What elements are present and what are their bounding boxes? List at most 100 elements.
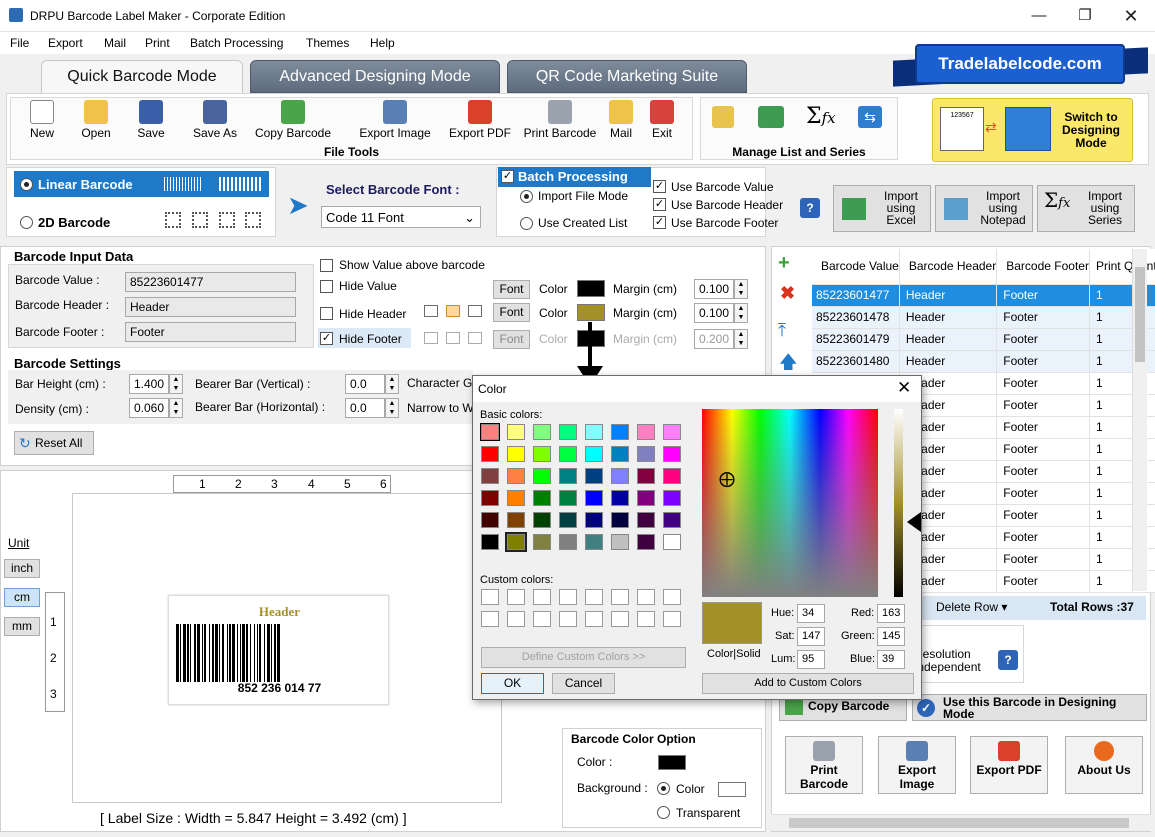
custom-color-swatch[interactable]: [507, 589, 525, 605]
custom-color-swatch[interactable]: [481, 611, 499, 627]
table-row[interactable]: 85223601478 Header Footer 1: [812, 306, 1155, 329]
twod-radio[interactable]: [20, 216, 33, 229]
add-row-icon[interactable]: +: [778, 252, 790, 275]
reset-all-button[interactable]: ↻ Reset All: [14, 431, 94, 455]
use-footer-checkbox[interactable]: ✓: [653, 216, 666, 229]
use-header-checkbox[interactable]: ✓: [653, 198, 666, 211]
custom-color-swatch[interactable]: [481, 589, 499, 605]
menu-export[interactable]: Export: [48, 36, 83, 50]
export-pdf-bottom-button[interactable]: Export PDF: [970, 736, 1048, 794]
custom-color-swatch[interactable]: [663, 589, 681, 605]
header-font-button[interactable]: Font: [493, 303, 530, 322]
table-cell[interactable]: Footer: [996, 284, 1090, 307]
color-swatch[interactable]: [637, 512, 655, 528]
color-swatch[interactable]: [533, 534, 551, 550]
blue-input[interactable]: 39: [877, 650, 905, 669]
define-custom-button[interactable]: Define Custom Colors >>: [481, 647, 686, 668]
save-as-button[interactable]: Save As: [188, 100, 242, 140]
bearer-v-spin[interactable]: ▲ ▼: [385, 374, 399, 394]
color-swatch[interactable]: [559, 490, 577, 506]
table-cell[interactable]: 85223601478: [812, 306, 900, 329]
align-right-icon[interactable]: [468, 305, 482, 317]
swap-icon[interactable]: ⇆: [858, 106, 882, 128]
table-cell[interactable]: Footer: [996, 350, 1090, 373]
luminance-arrow-icon[interactable]: [907, 512, 921, 532]
bearer-h-input[interactable]: 0.0: [345, 398, 385, 418]
spectrum-picker[interactable]: ⨁: [702, 409, 878, 597]
table-cell[interactable]: 85223601480: [812, 350, 900, 373]
density-input[interactable]: 0.060: [129, 398, 169, 418]
tab-advanced-designing[interactable]: Advanced Designing Mode: [250, 60, 500, 93]
linear-radio[interactable]: [20, 178, 33, 191]
color-swatch[interactable]: [663, 512, 681, 528]
barcode-footer-field[interactable]: Footer: [125, 322, 296, 342]
table-cell[interactable]: Footer: [996, 438, 1090, 461]
switch-designing-button[interactable]: 123567 ⇄ Switch to Designing Mode: [932, 98, 1133, 162]
color-swatch[interactable]: [585, 534, 603, 550]
color-swatch[interactable]: [637, 424, 655, 440]
help-icon[interactable]: ?: [800, 198, 820, 218]
color-swatch[interactable]: [481, 534, 499, 550]
header-margin-spin[interactable]: ▲ ▼: [734, 303, 748, 323]
table-cell[interactable]: Footer: [996, 372, 1090, 395]
export-image-button[interactable]: Export Image: [352, 100, 438, 140]
barcode-header-field[interactable]: Header: [125, 297, 296, 317]
table-cell[interactable]: Footer: [996, 548, 1090, 571]
use-list-radio[interactable]: [520, 217, 533, 230]
menu-help[interactable]: Help: [370, 36, 395, 50]
color-swatch[interactable]: [505, 532, 527, 552]
color-swatch[interactable]: [585, 468, 603, 484]
table-cell[interactable]: Footer: [996, 394, 1090, 417]
color-swatch[interactable]: [637, 446, 655, 462]
unit-mm-button[interactable]: mm: [4, 617, 40, 636]
menu-mail[interactable]: Mail: [104, 36, 126, 50]
color-swatch[interactable]: [611, 424, 629, 440]
maximize-icon[interactable]: ❐: [1062, 0, 1108, 32]
batch-checkbox[interactable]: ✓: [501, 170, 514, 183]
show-above-checkbox[interactable]: [320, 259, 333, 272]
color-swatch[interactable]: [559, 534, 577, 550]
align-left-icon[interactable]: [424, 305, 438, 317]
linear-barcode-option[interactable]: Linear Barcode: [14, 171, 269, 197]
table-cell[interactable]: Header: [899, 328, 998, 351]
excel-list-icon[interactable]: [758, 106, 784, 128]
table-cell[interactable]: Footer: [996, 504, 1090, 527]
menu-batch-processing[interactable]: Batch Processing: [190, 36, 283, 50]
color-swatch[interactable]: [663, 534, 681, 550]
use-value-checkbox[interactable]: ✓: [653, 180, 666, 193]
table-cell[interactable]: Header: [899, 306, 998, 329]
color-swatch[interactable]: [663, 468, 681, 484]
custom-color-swatch[interactable]: [611, 589, 629, 605]
color-swatch[interactable]: [663, 446, 681, 462]
color-swatch[interactable]: [637, 534, 655, 550]
color-swatch[interactable]: [533, 490, 551, 506]
footer-margin-spin[interactable]: ▲ ▼: [734, 329, 748, 349]
unit-inch-button[interactable]: inch: [4, 559, 40, 578]
grid-scrollbar[interactable]: [1132, 249, 1147, 591]
table-cell[interactable]: Header: [899, 284, 998, 307]
color-swatch[interactable]: [533, 424, 551, 440]
color-swatch[interactable]: [481, 490, 499, 506]
about-us-button[interactable]: About Us: [1065, 736, 1143, 794]
bg-color-swatch[interactable]: [718, 782, 746, 797]
color-swatch[interactable]: [507, 512, 525, 528]
use-list-label[interactable]: Use Created List: [538, 216, 627, 230]
transparent-radio[interactable]: [657, 806, 670, 819]
hide-footer-label[interactable]: Hide Footer: [339, 332, 402, 346]
hide-header-checkbox[interactable]: [320, 307, 333, 320]
table-cell[interactable]: 85223601477: [812, 284, 900, 307]
color-swatch[interactable]: [585, 490, 603, 506]
footer-align-center-icon[interactable]: [446, 332, 460, 344]
twod-label[interactable]: 2D Barcode: [38, 215, 110, 230]
color-swatch[interactable]: [559, 468, 577, 484]
color-swatch[interactable]: [507, 424, 525, 440]
use-in-designing-button[interactable]: ✓ Use this Barcode in Designing Mode: [912, 694, 1147, 721]
menu-print[interactable]: Print: [145, 36, 170, 50]
color-swatch[interactable]: [585, 424, 603, 440]
grid-scroll-thumb[interactable]: [1135, 267, 1145, 362]
export-pdf-button[interactable]: Export PDF: [446, 100, 514, 140]
ok-button[interactable]: OK: [481, 673, 544, 694]
print-barcode-button[interactable]: Print Barcode: [518, 100, 602, 140]
color-swatch[interactable]: [481, 446, 499, 462]
custom-color-swatch[interactable]: [611, 611, 629, 627]
